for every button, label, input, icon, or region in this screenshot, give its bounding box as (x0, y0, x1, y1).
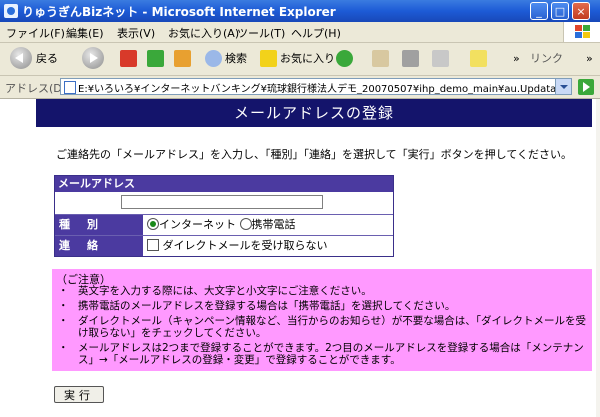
messenger-icon[interactable] (470, 50, 487, 67)
no-dm-label[interactable]: ダイレクトメールを受け取らない (163, 239, 328, 252)
stop-icon[interactable] (120, 50, 137, 67)
toolbar: 戻る 検索 お気に入り » リンク » (0, 43, 600, 76)
type-row: 種 別 インターネット 携帯電話 (55, 215, 393, 236)
title-bar: りゅうぎんBizネット - Microsoft Internet Explore… (0, 0, 600, 22)
notice-item: メールアドレスは2つまで登録することができます。2つ目のメールアドレスを登録する… (52, 342, 592, 366)
search-icon[interactable] (205, 50, 222, 67)
mail-icon[interactable] (372, 50, 389, 67)
radio-internet[interactable] (147, 218, 159, 230)
instructions-text: ご連絡先の「メールアドレス」を入力し、「種別」「連絡」を選択して「実行」ボタンを… (56, 148, 573, 161)
contact-label: 連 絡 (55, 236, 143, 256)
edit-icon[interactable] (432, 50, 449, 67)
contact-row: 連 絡 ダイレクトメールを受け取らない (55, 236, 393, 256)
go-icon[interactable] (578, 79, 594, 95)
type-label: 種 別 (55, 215, 143, 235)
menu-file[interactable]: ファイル(F) (6, 25, 65, 41)
address-dropdown-icon[interactable] (555, 79, 571, 94)
menu-help[interactable]: ヘルプ(H) (291, 25, 341, 41)
search-button-label[interactable]: 検索 (225, 48, 247, 70)
page-icon (64, 81, 76, 94)
favorites-star-icon[interactable] (260, 50, 277, 67)
notice-item: 英文字を入力する際には、大文字と小文字にご注意ください。 (52, 285, 592, 297)
maximize-button[interactable]: □ (551, 2, 569, 20)
radio-mobile[interactable] (239, 218, 252, 230)
refresh-icon[interactable] (147, 50, 164, 67)
windows-logo-icon (563, 22, 600, 42)
back-button-label[interactable]: 戻る (36, 48, 58, 70)
favorites-button-label[interactable]: お気に入り (280, 48, 335, 70)
links-more[interactable]: » (586, 48, 593, 70)
radio-mobile-label[interactable]: 携帯電話 (252, 218, 296, 231)
no-dm-checkbox[interactable] (147, 239, 159, 251)
forward-icon[interactable] (82, 47, 104, 69)
email-input[interactable] (121, 195, 323, 209)
menu-favorites[interactable]: お気に入り(A) (168, 25, 239, 41)
home-icon[interactable] (174, 50, 191, 67)
print-icon[interactable] (402, 50, 419, 67)
back-icon[interactable] (10, 47, 32, 69)
page-title: メールアドレスの登録 (36, 99, 592, 127)
page-content: メールアドレスの登録 ご連絡先の「メールアドレス」を入力し、「種別」「連絡」を選… (0, 99, 600, 417)
email-row (55, 192, 393, 215)
address-url[interactable]: E:¥いろいろ¥インターネットバンキング¥琉球銀行様法人デモ_20070507¥… (78, 80, 571, 94)
notice-item: 携帯電話のメールアドレスを登録する場合は「携帯電話」を選択してください。 (52, 300, 592, 312)
radio-internet-label[interactable]: インターネット (159, 218, 236, 231)
notice-item: ダイレクトメール（キャンペーン情報など、当行からのお知らせ）が不要な場合は、「ダ… (52, 315, 592, 339)
notice-box: （ご注意） 英文字を入力する際には、大文字と小文字にご注意ください。 携帯電話の… (52, 269, 592, 371)
minimize-button[interactable]: _ (530, 2, 548, 20)
address-label: アドレス(D) (5, 82, 67, 95)
menu-bar: ファイル(F) 編集(E) 表示(V) お気に入り(A) ツール(T) ヘルプ(… (0, 22, 600, 43)
email-header: メールアドレス (55, 176, 393, 192)
email-form: メールアドレス 種 別 インターネット 携帯電話 連 絡 ダイレクトメールを受け… (54, 175, 394, 257)
links-label[interactable]: リンク (530, 48, 563, 70)
address-bar: アドレス(D) E:¥いろいろ¥インターネットバンキング¥琉球銀行様法人デモ_2… (0, 76, 600, 99)
history-icon[interactable] (336, 50, 353, 67)
toolbar-more[interactable]: » (513, 48, 520, 70)
window-title: りゅうぎんBizネット - Microsoft Internet Explore… (22, 5, 336, 19)
page-scrollbar[interactable] (596, 99, 600, 417)
menu-view[interactable]: 表示(V) (117, 25, 155, 41)
close-button[interactable]: × (572, 2, 590, 20)
address-input[interactable]: E:¥いろいろ¥インターネットバンキング¥琉球銀行様法人デモ_20070507¥… (60, 78, 572, 95)
menu-tools[interactable]: ツール(T) (237, 25, 285, 41)
execute-button[interactable]: 実行 (54, 386, 104, 403)
ie-icon (4, 4, 18, 18)
menu-edit[interactable]: 編集(E) (66, 25, 104, 41)
